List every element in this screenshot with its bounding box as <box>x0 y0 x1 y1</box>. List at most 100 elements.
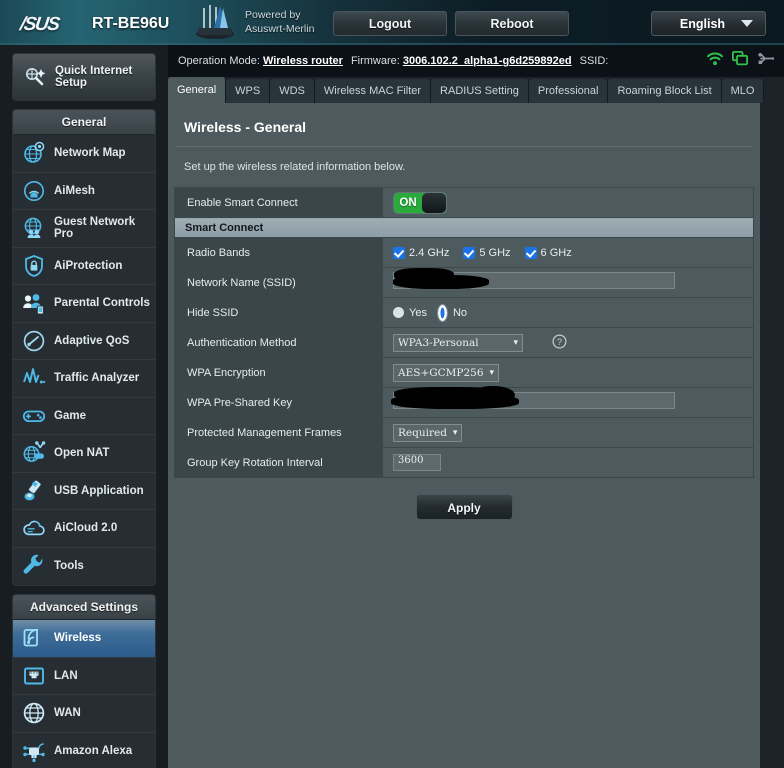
svg-text:?: ? <box>557 337 562 347</box>
operation-mode-value[interactable]: Wireless router <box>263 55 343 67</box>
label-yes: Yes <box>409 306 427 319</box>
help-icon[interactable]: ? <box>552 334 567 349</box>
cloud-icon <box>23 520 45 536</box>
sidebar-label: Guest Network Pro <box>54 216 136 241</box>
chevron-down-icon <box>741 20 753 27</box>
tab-bar: General WPS WDS Wireless MAC Filter RADI… <box>168 77 784 103</box>
quick-internet-setup-icon <box>26 68 46 86</box>
sidebar-label: Adaptive QoS <box>54 334 130 347</box>
sidebar-item-wan[interactable]: WAN <box>13 695 155 733</box>
sidebar-item-wireless[interactable]: Wireless <box>13 620 155 658</box>
label-wpa-pre-shared-key: WPA Pre-Shared Key <box>174 387 383 418</box>
radio-hide-ssid-yes[interactable] <box>393 307 404 318</box>
lan-port-icon <box>24 667 44 685</box>
ssid-redaction <box>393 274 489 289</box>
sidebar-item-amazon-alexa[interactable]: Amazon Alexa <box>13 733 155 768</box>
smart-connect-toggle[interactable]: ON <box>393 191 447 214</box>
apply-button-container: Apply <box>168 478 760 520</box>
label-2-4ghz: 2.4 GHz <box>409 246 450 259</box>
label-5ghz: 5 GHz <box>479 246 511 259</box>
usb-icon[interactable] <box>757 52 774 65</box>
sidebar-label: AiMesh <box>54 184 95 197</box>
gauge-icon <box>23 330 45 351</box>
tab-professional[interactable]: Professional <box>528 79 609 103</box>
sidebar-item-traffic-analyzer[interactable]: Traffic Analyzer <box>13 360 155 398</box>
tab-wps[interactable]: WPS <box>226 79 271 103</box>
wpa-encryption-select[interactable]: AES+GCMP256 ▾ <box>393 364 500 382</box>
router-model-name: RT-BE96U <box>92 15 170 32</box>
sidebar-label: Open NAT <box>54 447 110 460</box>
label-authentication-method: Authentication Method <box>174 327 383 358</box>
sidebar-item-guest-network-pro[interactable]: Guest Network Pro <box>13 210 155 248</box>
sidebar-item-quick-internet-setup[interactable]: Quick Internet Setup <box>13 54 155 100</box>
radio-hide-ssid-no[interactable] <box>436 303 448 322</box>
sidebar-label: USB Application <box>54 484 144 497</box>
sidebar-item-adaptive-qos[interactable]: Adaptive QoS <box>13 323 155 360</box>
parental-controls-icon <box>23 294 44 315</box>
sidebar-advanced-header: Advanced Settings <box>13 595 155 620</box>
toggle-state-label: ON <box>399 196 417 209</box>
checkbox-6ghz[interactable] <box>524 246 537 259</box>
sidebar-item-lan[interactable]: LAN <box>13 658 155 695</box>
wifi-icon[interactable] <box>707 52 723 66</box>
authentication-method-select[interactable]: WPA3-Personal ▾ <box>393 334 523 352</box>
asus-logo: /SUS <box>18 14 60 35</box>
sidebar-item-usb-application[interactable]: USB Application <box>13 473 155 510</box>
sidebar-item-parental-controls[interactable]: Parental Controls <box>13 285 155 323</box>
sidebar-item-game[interactable]: Game <box>13 398 155 435</box>
traffic-analyzer-icon <box>23 368 46 384</box>
apply-button[interactable]: Apply <box>415 494 513 520</box>
wpa-encryption-value: AES+GCMP256 <box>398 367 484 379</box>
tab-radius-setting[interactable]: RADIUS Setting <box>431 79 529 103</box>
operation-mode-key: Operation Mode: <box>178 55 260 67</box>
tab-wireless-mac-filter[interactable]: Wireless MAC Filter <box>314 79 432 103</box>
sidebar-general-header: General <box>13 110 155 135</box>
network-map-icon <box>24 141 45 164</box>
gamepad-icon <box>22 410 46 422</box>
label-radio-bands: Radio Bands <box>174 237 383 268</box>
row-authentication-method: Authentication Method WPA3-Personal ▾ ? <box>174 327 754 358</box>
sidebar-item-aicloud[interactable]: AiCloud 2.0 <box>13 510 155 548</box>
sidebar-label: Traffic Analyzer <box>54 372 140 385</box>
sidebar-label: AiCloud 2.0 <box>54 522 118 535</box>
globe-icon <box>23 703 45 724</box>
sidebar-label: Amazon Alexa <box>54 744 133 757</box>
label-wpa-encryption: WPA Encryption <box>174 357 383 388</box>
pmf-select[interactable]: Required ▾ <box>393 424 463 442</box>
row-wpa-pre-shared-key: WPA Pre-Shared Key <box>174 385 754 418</box>
pmf-value: Required <box>398 427 447 439</box>
wrench-icon <box>23 555 43 574</box>
tab-mlo[interactable]: MLO <box>721 79 765 103</box>
group-key-rotation-input[interactable]: 3600 <box>393 454 441 471</box>
sidebar-item-network-map[interactable]: Network Map <box>13 135 155 173</box>
label-hide-ssid: Hide SSID <box>174 297 383 328</box>
sidebar-item-aimesh[interactable]: AiMesh <box>13 173 155 210</box>
logout-button[interactable]: Logout <box>333 11 447 36</box>
chevron-down-icon: ▾ <box>452 428 458 438</box>
checkbox-5ghz[interactable] <box>463 246 476 259</box>
reboot-button[interactable]: Reboot <box>455 11 569 36</box>
wireless-icon <box>23 629 39 647</box>
sidebar-item-aiprotection[interactable]: AiProtection <box>13 248 155 285</box>
section-header-label: Smart Connect <box>174 217 754 238</box>
sidebar-label: Game <box>54 409 86 422</box>
sidebar-label: WAN <box>54 707 81 720</box>
checkbox-2-4ghz[interactable] <box>393 246 405 259</box>
sidebar-item-open-nat[interactable]: Open NAT <box>13 435 155 473</box>
tab-wds[interactable]: WDS <box>270 79 315 103</box>
tab-roaming-block-list[interactable]: Roaming Block List <box>608 79 722 103</box>
firmware-key: Firmware: <box>350 55 400 67</box>
settings-panel: Wireless - General Set up the wireless r… <box>168 103 760 768</box>
label-protected-management-frames: Protected Management Frames <box>174 417 383 448</box>
firmware-value[interactable]: 3006.102.2_alpha1-g6d259892ed <box>403 55 572 67</box>
sidebar-label: LAN <box>54 669 78 682</box>
top-header-bar: /SUS RT-BE96U Powered by Asuswrt-Merlin … <box>0 0 784 45</box>
screens-icon[interactable] <box>732 51 748 66</box>
sidebar-label: Wireless <box>54 632 102 645</box>
language-selector[interactable]: English <box>651 11 766 36</box>
status-icons <box>707 51 774 66</box>
sidebar-item-tools[interactable]: Tools <box>13 548 155 586</box>
shield-lock-icon <box>25 254 43 277</box>
tab-general[interactable]: General <box>168 77 227 103</box>
sidebar-label: Network Map <box>54 147 126 160</box>
